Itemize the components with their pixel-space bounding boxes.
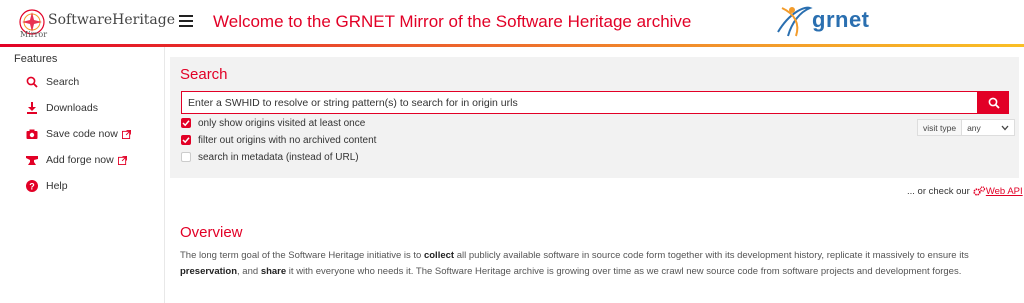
grnet-logo-text[interactable]: grnet [812,7,870,33]
sidebar-item-add-forge-now[interactable]: Add forge now [26,151,127,169]
checkbox-checked-icon[interactable] [181,135,191,145]
sidebar-item-label: Add forge now [46,154,114,166]
top-header: SoftwareHeritage Mirror Welcome to the G… [0,0,1024,44]
page-title: Welcome to the GRNET Mirror of the Softw… [213,12,692,31]
search-button[interactable] [978,91,1009,114]
search-icon [26,76,38,88]
gears-icon [973,186,985,196]
visit-type-filter: visit type any [917,119,1016,136]
visit-type-value: any [967,122,981,133]
option-search-metadata[interactable]: search in metadata (instead of URL) [181,150,359,164]
download-icon [26,102,38,114]
option-label: search in metadata (instead of URL) [198,151,359,163]
visit-type-select[interactable]: any [962,119,1016,136]
search-input[interactable] [181,91,978,114]
help-icon: ? [26,180,38,192]
sidebar-item-label: Search [46,76,80,88]
main-content: Search only show origins visited at leas… [165,47,1024,303]
option-filter-archived[interactable]: filter out origins with no archived cont… [181,133,376,147]
sidebar-item-label: Downloads [46,102,98,114]
search-heading: Search [180,66,228,83]
sidebar-item-label: Help [46,180,68,192]
overview-heading: Overview [180,224,243,241]
web-api-link-label[interactable]: Web API [986,186,1023,197]
chevron-down-icon [1001,125,1009,130]
search-panel: Search only show origins visited at leas… [170,57,1019,178]
sidebar-item-save-code-now[interactable]: Save code now [26,125,131,143]
option-label: filter out origins with no archived cont… [198,134,377,146]
sidebar-heading: Features [14,53,58,65]
sidebar-item-help[interactable]: ? Help [26,177,68,195]
sidebar-item-downloads[interactable]: Downloads [26,99,98,117]
sidebar-item-search[interactable]: Search [26,73,79,91]
logo-title[interactable]: SoftwareHeritage [48,12,175,28]
svg-text:?: ? [29,182,35,192]
checkbox-unchecked-icon[interactable] [181,152,191,162]
option-label: only show origins visited at least once [198,117,366,129]
web-api-link[interactable]: Web API [973,186,1023,197]
overview-paragraph: The long term goal of the Software Herit… [180,250,969,277]
web-api-hint: ... or check our Web API [907,186,1023,197]
external-link-icon [117,155,127,165]
search-icon [988,97,1000,109]
sidebar-item-label: Save code now [46,128,118,140]
hamburger-menu-icon[interactable] [179,15,193,27]
web-api-prefix: ... or check our [907,186,970,197]
visit-type-label: visit type [917,119,963,136]
anvil-icon [26,154,38,166]
camera-icon [26,128,38,140]
logo-subtitle: Mirror [20,30,48,39]
option-visited-once[interactable]: only show origins visited at least once [181,116,365,130]
sidebar: Features Search Downloads Save code now … [0,47,165,303]
checkbox-checked-icon[interactable] [181,118,191,128]
external-link-icon [121,129,131,139]
